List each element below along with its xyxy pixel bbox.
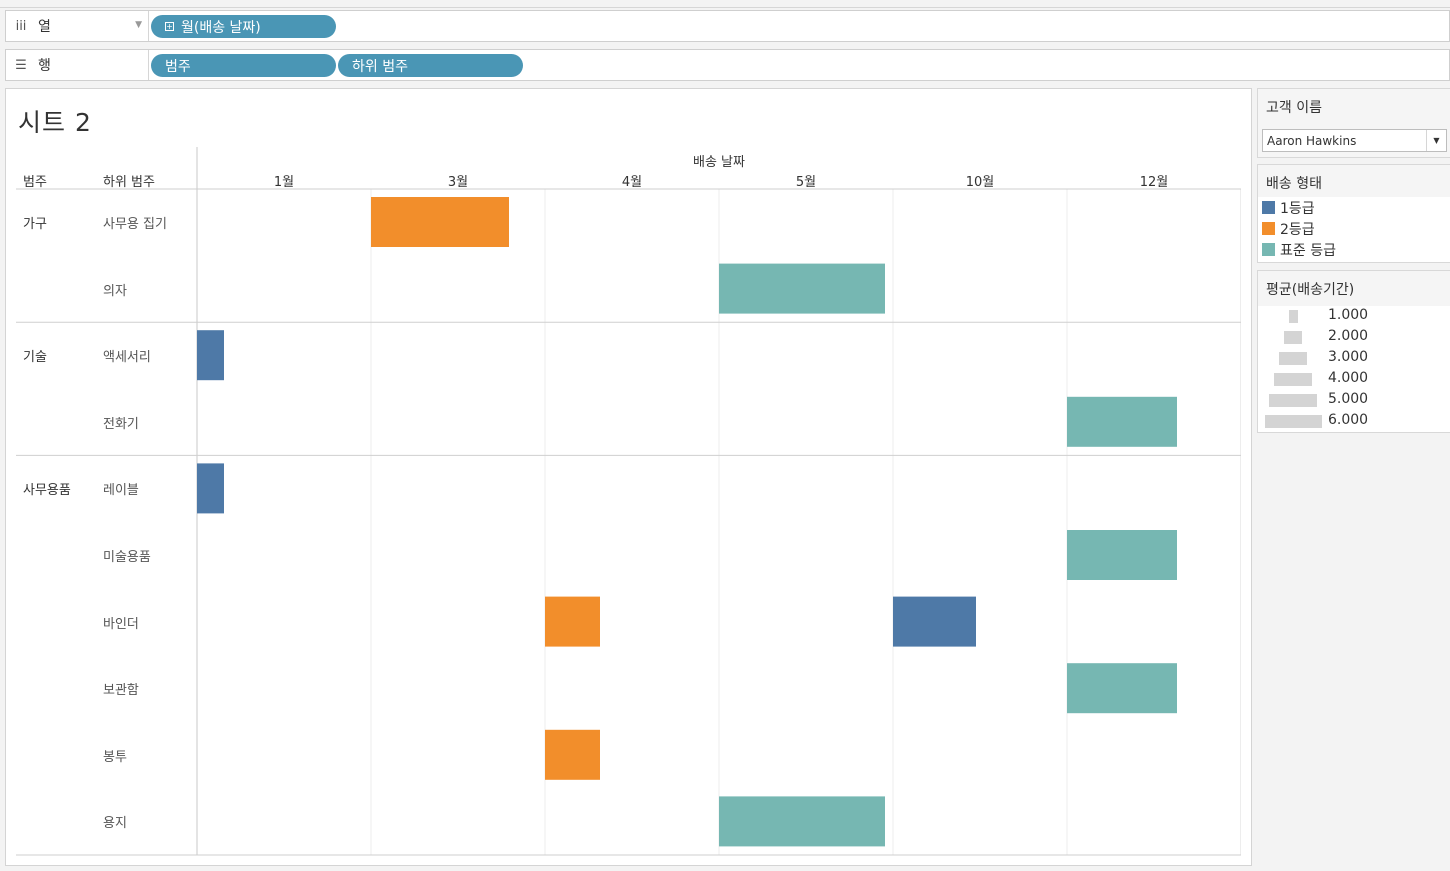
pill-category[interactable]: 범주: [151, 54, 336, 77]
size-legend-swatch: [1264, 415, 1322, 428]
size-legend-item[interactable]: 4.000: [1258, 369, 1450, 390]
legend-label: 2등급: [1280, 221, 1315, 238]
size-legend-label: 6.000: [1328, 412, 1369, 428]
expand-icon[interactable]: +: [165, 22, 174, 31]
legend-swatch: [1262, 201, 1275, 214]
size-legend-swatch: [1269, 394, 1317, 407]
bar-mark[interactable]: [1067, 396, 1177, 447]
pill-label: 월(배송 날짜): [181, 19, 261, 36]
bar-mark[interactable]: [545, 596, 600, 647]
pill-label: 범주: [165, 58, 191, 75]
rows-shelf[interactable]: ☰ 행 범주 하위 범주: [5, 49, 1450, 81]
size-legend-label: 2.000: [1328, 328, 1369, 344]
size-legend-item[interactable]: 6.000: [1258, 411, 1450, 432]
columns-label: 열: [38, 19, 51, 35]
chart-plot: [16, 147, 1241, 856]
bar-mark[interactable]: [197, 463, 224, 514]
size-legend-label: 1.000: [1328, 307, 1369, 323]
legend-label: 1등급: [1280, 200, 1315, 217]
rows-icon: ☰: [15, 57, 27, 73]
size-legend-swatch: [1278, 352, 1308, 365]
pill-subcategory[interactable]: 하위 범주: [338, 54, 523, 77]
columns-icon: iii: [15, 18, 27, 34]
worksheet[interactable]: 시트 2 범주 하위 범주 배송 날짜 1월 3월 4월 5월 10월 12월 가구 사무용…: [5, 88, 1252, 866]
size-legend-swatch: [1288, 310, 1298, 323]
bar-mark[interactable]: [719, 796, 885, 847]
size-legend-item[interactable]: 1.000: [1258, 306, 1450, 327]
size-legend-item[interactable]: 2.000: [1258, 327, 1450, 348]
bar-mark[interactable]: [197, 330, 224, 381]
bar-mark[interactable]: [1067, 663, 1177, 714]
bar-mark[interactable]: [719, 263, 885, 314]
legend-item[interactable]: 2등급: [1258, 218, 1450, 239]
size-legend-label: 3.000: [1328, 349, 1369, 365]
columns-shelf-label: iii 열 ▼: [6, 11, 149, 41]
filter-title: 고객 이름: [1258, 89, 1450, 123]
legend-item[interactable]: 표준 등급: [1258, 239, 1450, 260]
top-strip: [0, 0, 1450, 8]
chevron-down-icon[interactable]: ▼: [1426, 130, 1446, 151]
bar-mark[interactable]: [545, 729, 600, 780]
legend-swatch: [1262, 243, 1275, 256]
rows-shelf-label: ☰ 행: [6, 50, 149, 80]
columns-shelf[interactable]: iii 열 ▼ + 월(배송 날짜): [5, 10, 1450, 42]
size-legend-label: 4.000: [1328, 370, 1369, 386]
customer-filter-dropdown[interactable]: Aaron Hawkins ▼: [1262, 129, 1447, 152]
bar-mark[interactable]: [893, 596, 976, 647]
color-legend-title: 배송 형태: [1258, 165, 1450, 197]
size-legend-label: 5.000: [1328, 391, 1369, 407]
legend-label: 표준 등급: [1280, 242, 1336, 259]
size-legend-title: 평균(배송기간): [1258, 271, 1450, 306]
customer-filter-value: Aaron Hawkins: [1267, 134, 1357, 148]
size-legend-item[interactable]: 3.000: [1258, 348, 1450, 369]
bar-mark[interactable]: [371, 197, 509, 247]
rows-label: 행: [38, 58, 51, 74]
legend-swatch: [1262, 222, 1275, 235]
pill-label: 하위 범주: [352, 58, 408, 75]
filter-card-customer: 고객 이름 Aaron Hawkins ▼: [1257, 88, 1450, 158]
bar-mark[interactable]: [1067, 530, 1177, 580]
color-legend: 배송 형태 1등급 2등급 표준 등급: [1257, 164, 1450, 263]
pill-month-ship-date[interactable]: + 월(배송 날짜): [151, 15, 336, 38]
size-legend-swatch: [1283, 331, 1303, 344]
size-legend-item[interactable]: 5.000: [1258, 390, 1450, 411]
chevron-down-icon[interactable]: ▼: [135, 20, 142, 30]
legend-item[interactable]: 1등급: [1258, 197, 1450, 218]
size-legend: 평균(배송기간) 1.000 2.000 3.000 4.000 5.000 6.000: [1257, 270, 1450, 433]
size-legend-swatch: [1274, 373, 1312, 386]
